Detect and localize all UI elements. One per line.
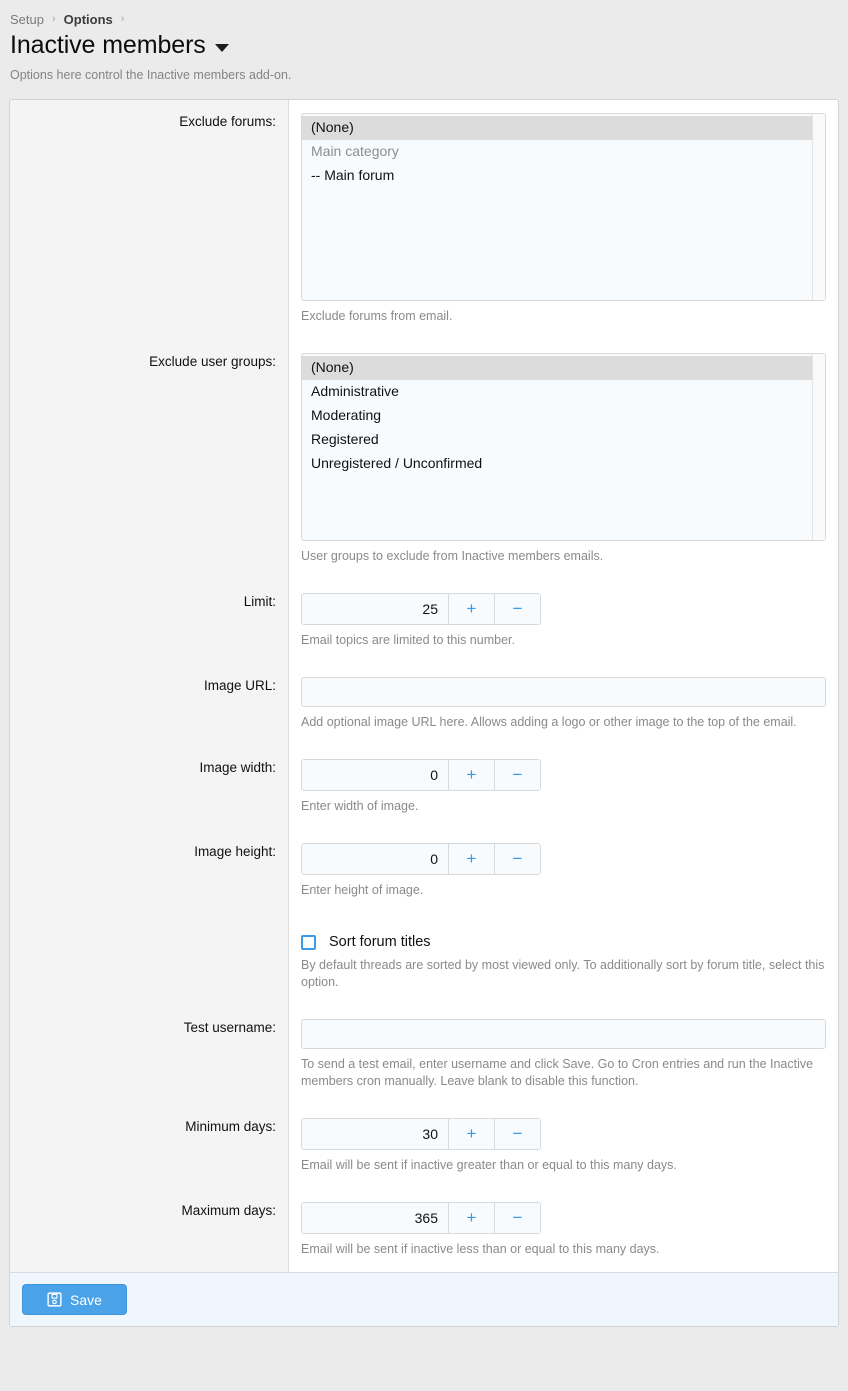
image-height-decrement-button[interactable]: − bbox=[495, 843, 541, 875]
listbox-option[interactable]: (None) bbox=[302, 356, 825, 380]
listbox-option[interactable]: Unregistered / Unconfirmed bbox=[302, 452, 825, 476]
listbox-option[interactable]: Registered bbox=[302, 428, 825, 452]
explain-sort-forum-titles: By default threads are sorted by most vi… bbox=[301, 958, 825, 989]
form-row-sort-forum-titles: Sort forum titles By default threads are… bbox=[10, 914, 838, 1006]
explain-maximum-days: Email will be sent if inactive less than… bbox=[301, 1242, 660, 1256]
explain-image-url: Add optional image URL here. Allows addi… bbox=[301, 715, 797, 729]
exclude-user-groups-listbox[interactable]: (None) Administrative Moderating Registe… bbox=[301, 353, 826, 541]
explain-image-width: Enter width of image. bbox=[301, 799, 419, 813]
label-image-width: Image width: bbox=[10, 746, 289, 830]
minimum-days-increment-button[interactable]: + bbox=[449, 1118, 495, 1150]
image-height-stepper[interactable]: + − bbox=[301, 843, 541, 875]
label-exclude-forums: Exclude forums: bbox=[10, 100, 289, 340]
maximum-days-stepper[interactable]: + − bbox=[301, 1202, 541, 1234]
listbox-option[interactable]: (None) bbox=[302, 116, 825, 140]
page-subtitle: Options here control the Inactive member… bbox=[10, 68, 292, 82]
label-image-height: Image height: bbox=[10, 830, 289, 914]
sort-forum-titles-checkbox-row[interactable]: Sort forum titles bbox=[301, 931, 826, 950]
listbox-option[interactable]: -- Main forum bbox=[302, 164, 825, 188]
image-width-input[interactable] bbox=[301, 759, 449, 791]
sort-forum-titles-label: Sort forum titles bbox=[329, 934, 431, 950]
minimum-days-decrement-button[interactable]: − bbox=[495, 1118, 541, 1150]
options-form: Exclude forums: (None) Main category -- … bbox=[10, 100, 838, 1272]
maximum-days-decrement-button[interactable]: − bbox=[495, 1202, 541, 1234]
limit-input[interactable] bbox=[301, 593, 449, 625]
label-maximum-days: Maximum days: bbox=[10, 1189, 289, 1272]
explain-test-username: To send a test email, enter username and… bbox=[301, 1057, 814, 1088]
save-button-label: Save bbox=[70, 1291, 102, 1308]
maximum-days-increment-button[interactable]: + bbox=[449, 1202, 495, 1234]
limit-decrement-button[interactable]: − bbox=[495, 593, 541, 625]
label-exclude-user-groups: Exclude user groups: bbox=[10, 340, 289, 580]
breadcrumb-item-options[interactable]: Options bbox=[64, 12, 113, 27]
form-row-exclude-forums: Exclude forums: (None) Main category -- … bbox=[10, 100, 838, 340]
options-panel: Exclude forums: (None) Main category -- … bbox=[9, 99, 839, 1327]
minimum-days-stepper[interactable]: + − bbox=[301, 1118, 541, 1150]
image-height-input[interactable] bbox=[301, 843, 449, 875]
form-row-minimum-days: Minimum days: + − Email will be sent if … bbox=[10, 1105, 838, 1189]
image-width-stepper[interactable]: + − bbox=[301, 759, 541, 791]
listbox-option: Main category bbox=[311, 143, 399, 159]
image-width-decrement-button[interactable]: − bbox=[495, 759, 541, 791]
explain-minimum-days: Email will be sent if inactive greater t… bbox=[301, 1158, 677, 1172]
image-height-increment-button[interactable]: + bbox=[449, 843, 495, 875]
listbox-option[interactable]: Administrative bbox=[302, 380, 825, 404]
maximum-days-input[interactable] bbox=[301, 1202, 449, 1234]
explain-image-height: Enter height of image. bbox=[301, 883, 424, 897]
limit-increment-button[interactable]: + bbox=[449, 593, 495, 625]
test-username-input[interactable] bbox=[301, 1019, 826, 1049]
page-title-row: Inactive members bbox=[0, 28, 848, 60]
chevron-down-icon[interactable] bbox=[214, 44, 229, 52]
breadcrumb-separator-icon: › bbox=[120, 13, 125, 25]
minimum-days-input[interactable] bbox=[301, 1118, 449, 1150]
image-width-increment-button[interactable]: + bbox=[449, 759, 495, 791]
form-row-exclude-user-groups: Exclude user groups: (None) Administrati… bbox=[10, 340, 838, 580]
form-row-test-username: Test username: To send a test email, ent… bbox=[10, 1006, 838, 1105]
breadcrumb-separator-icon: › bbox=[51, 13, 56, 25]
listbox-scrollbar[interactable] bbox=[812, 114, 825, 300]
limit-stepper[interactable]: + − bbox=[301, 593, 541, 625]
save-floppy-icon bbox=[47, 1292, 62, 1307]
form-footer: Save bbox=[10, 1272, 838, 1326]
form-row-image-url: Image URL: Add optional image URL here. … bbox=[10, 664, 838, 746]
listbox-option[interactable]: Moderating bbox=[302, 404, 825, 428]
listbox-scrollbar[interactable] bbox=[812, 354, 825, 540]
page-root: Setup › Options › Inactive members Optio… bbox=[0, 0, 848, 1391]
explain-limit: Email topics are limited to this number. bbox=[301, 633, 515, 647]
label-limit: Limit: bbox=[10, 580, 289, 664]
label-sort-forum-titles-spacer bbox=[10, 914, 289, 1006]
save-button[interactable]: Save bbox=[22, 1284, 127, 1315]
breadcrumb-item-setup[interactable]: Setup bbox=[10, 12, 44, 27]
form-row-image-height: Image height: + − Enter height of image. bbox=[10, 830, 838, 914]
explain-exclude-forums: Exclude forums from email. bbox=[301, 309, 453, 323]
label-minimum-days: Minimum days: bbox=[10, 1105, 289, 1189]
form-row-maximum-days: Maximum days: + − Email will be sent if … bbox=[10, 1189, 838, 1272]
label-test-username: Test username: bbox=[10, 1006, 289, 1105]
form-row-image-width: Image width: + − Enter width of image. bbox=[10, 746, 838, 830]
exclude-forums-listbox[interactable]: (None) Main category -- Main forum bbox=[301, 113, 826, 301]
page-title: Inactive members bbox=[10, 31, 206, 59]
label-image-url: Image URL: bbox=[10, 664, 289, 746]
explain-exclude-user-groups: User groups to exclude from Inactive mem… bbox=[301, 549, 604, 563]
form-row-limit: Limit: + − Email topics are limited to t… bbox=[10, 580, 838, 664]
sort-forum-titles-checkbox[interactable] bbox=[301, 934, 316, 950]
breadcrumb: Setup › Options › bbox=[0, 0, 848, 28]
image-url-input[interactable] bbox=[301, 677, 826, 707]
